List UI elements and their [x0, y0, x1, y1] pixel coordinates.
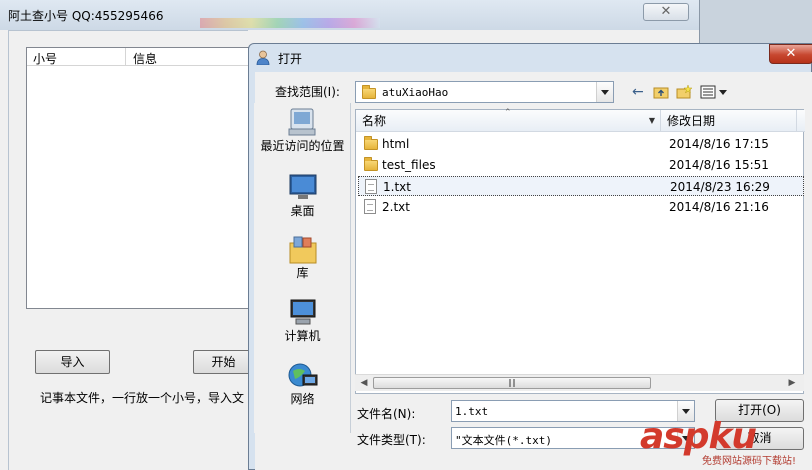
folder-icon [364, 157, 378, 171]
file-name: 1.txt [383, 180, 411, 194]
column-header-date[interactable]: 修改日期 [661, 110, 797, 132]
horizontal-scrollbar[interactable]: ◀ ‖‖ ▶ [355, 374, 804, 391]
scroll-left-icon[interactable]: ◀ [357, 377, 371, 389]
look-in-value: atuXiaoHao [382, 86, 449, 99]
dialog-titlebar: 打开 ✕ [249, 44, 812, 72]
filename-value: 1.txt [455, 405, 489, 418]
column-header-info[interactable]: 信息 [133, 50, 157, 67]
file-date: 2014/8/16 21:16 [669, 200, 769, 214]
import-button[interactable]: 导入 [35, 350, 110, 374]
network-icon [288, 363, 318, 387]
place-label: 库 [296, 266, 309, 280]
libraries-icon [289, 236, 317, 264]
watermark-tagline: 免费网站源码下载站! [702, 456, 797, 467]
scrollbar-thumb[interactable]: ‖‖ [373, 377, 651, 389]
start-button[interactable]: 开始 [193, 350, 253, 374]
app-titlebar: 阿土查小号 QQ:455295466 ✕ [0, 0, 699, 30]
file-name: html [382, 137, 410, 151]
place-label: 最近访问的位置 [260, 139, 345, 153]
file-date: 2014/8/23 16:29 [670, 180, 770, 194]
instruction-text: 记事本文件，一行放一个小号，导入文 [40, 391, 245, 405]
desktop-icon [289, 174, 317, 199]
text-file-icon [364, 199, 376, 214]
watermark-logo: aspku 免费网站源码下载站! [640, 418, 812, 470]
watermark-brand: aspku [640, 416, 757, 457]
filetype-value: "文本文件(*.txt) [455, 434, 552, 447]
file-date: 2014/8/16 15:51 [669, 158, 769, 172]
filetype-label: 文件类型(T): [357, 433, 426, 447]
place-recent[interactable]: 最近访问的位置 [254, 107, 351, 177]
place-computer[interactable]: 计算机 [254, 298, 351, 346]
file-row[interactable]: 2.txt 2014/8/16 21:16 [358, 197, 804, 217]
file-row-selected[interactable]: 1.txt 2014/8/23 16:29 [358, 176, 804, 196]
text-file-icon [365, 179, 377, 194]
up-folder-icon[interactable] [653, 85, 669, 99]
column-divider [125, 48, 126, 66]
app-close-button[interactable]: ✕ [643, 3, 689, 21]
look-in-label: 查找范围(I): [275, 85, 340, 99]
app-title: 阿土查小号 QQ:455295466 [8, 9, 164, 23]
view-menu-icon[interactable] [700, 85, 728, 99]
account-list[interactable]: 小号 信息 [26, 47, 252, 309]
chevron-down-icon[interactable] [596, 82, 613, 102]
place-desktop[interactable]: 桌面 [254, 173, 351, 221]
sort-ascending-icon: ⌃ [504, 108, 512, 118]
folder-icon [364, 136, 378, 150]
place-label: 计算机 [284, 329, 321, 343]
filename-label: 文件名(N): [357, 407, 416, 421]
folder-icon [362, 85, 376, 99]
file-row[interactable]: test_files 2014/8/16 15:51 [358, 155, 804, 175]
place-network[interactable]: 网络 [254, 361, 351, 409]
account-list-header: 小号 信息 [27, 48, 251, 66]
column-date-label: 修改日期 [667, 114, 716, 128]
column-dropdown-icon[interactable]: ▼ [649, 110, 655, 132]
look-in-dropdown[interactable]: atuXiaoHao [355, 81, 614, 103]
color-swatches [200, 18, 380, 28]
file-name: 2.txt [382, 200, 410, 214]
user-icon [256, 50, 270, 65]
new-folder-icon[interactable] [676, 85, 692, 99]
places-bar: 最近访问的位置 桌面 库 计算机 网络 [254, 103, 351, 433]
dialog-title: 打开 [278, 52, 303, 66]
place-libraries[interactable]: 库 [254, 235, 351, 283]
place-label: 桌面 [290, 204, 315, 218]
column-header-account[interactable]: 小号 [33, 50, 57, 67]
column-header-more[interactable] [797, 110, 805, 132]
file-list[interactable]: 名称 ⌃ ▼ 修改日期 html 2014/8/16 17:15 test_fi… [355, 108, 805, 394]
dialog-close-button[interactable]: ✕ [769, 44, 812, 64]
file-row[interactable]: html 2014/8/16 17:15 [358, 134, 804, 154]
recent-places-icon [288, 108, 316, 136]
column-name-label: 名称 [362, 114, 387, 128]
column-header-name[interactable]: 名称 ⌃ ▼ [356, 108, 661, 132]
scroll-right-icon[interactable]: ▶ [785, 377, 799, 389]
back-icon[interactable]: ← [632, 84, 644, 100]
place-label: 网络 [290, 392, 315, 406]
file-date: 2014/8/16 17:15 [669, 137, 769, 151]
file-name: test_files [382, 158, 436, 172]
computer-icon [290, 299, 316, 325]
